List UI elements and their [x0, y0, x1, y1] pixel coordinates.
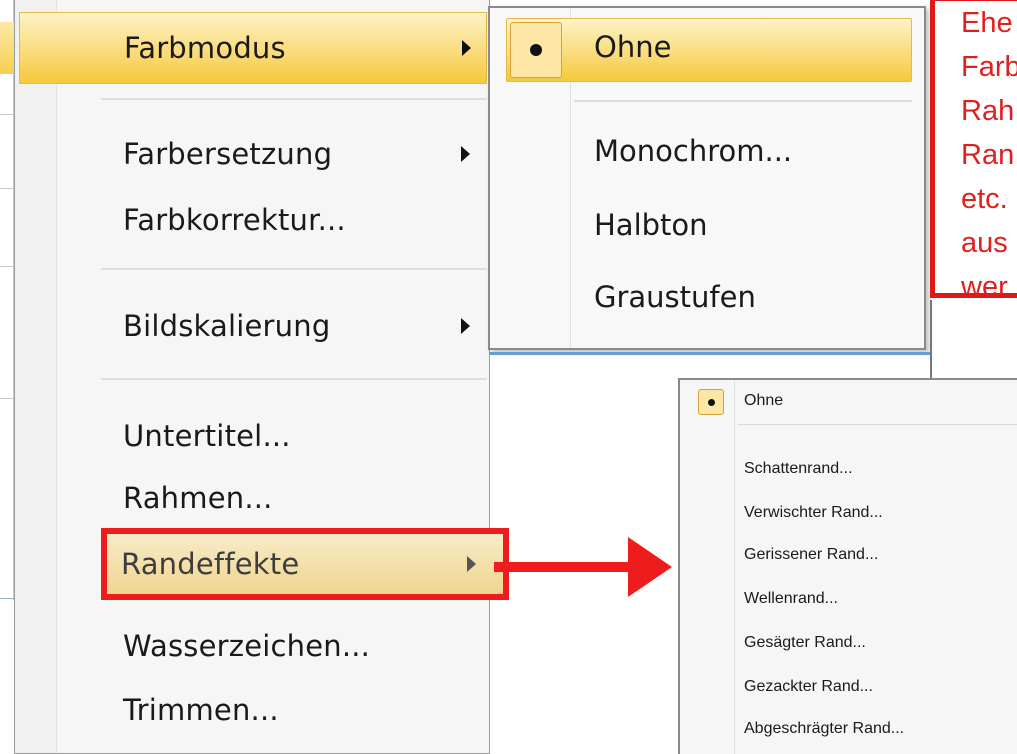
submenu-item-label: Ohne: [594, 30, 672, 64]
menu-item-label: Rahmen...: [123, 481, 273, 515]
submenu-arrow-icon: [461, 146, 470, 162]
red-arrow-shaft: [494, 562, 642, 572]
menu-separator: [101, 268, 487, 270]
background-app-panel: [0, 0, 14, 600]
annotation-line: aus: [961, 227, 1008, 259]
menu-item-label: Untertitel...: [123, 419, 291, 453]
submenu-item-gerissener-rand[interactable]: Gerissener Rand...: [744, 546, 878, 564]
randeffekte-submenu: Ohne Schattenrand... Verwischter Rand...…: [678, 378, 1017, 754]
background-divider: [0, 188, 14, 189]
submenu-item-schattenrand[interactable]: Schattenrand...: [744, 460, 853, 478]
annotation-line: Ehe: [961, 7, 1013, 39]
background-divider: [0, 398, 14, 399]
submenu-arrow-icon: [462, 40, 471, 56]
farbmodus-submenu: Ohne Monochrom... Halbton Graustufen: [488, 6, 926, 350]
menu-item-label: Farbkorrektur...: [123, 203, 346, 237]
menu-item-label: Trimmen...: [123, 693, 279, 727]
menu-item-bildskalierung[interactable]: Bildskalierung: [19, 290, 487, 362]
annotation-line: etc.: [961, 183, 1008, 215]
menu-item-farbkorrektur[interactable]: Farbkorrektur...: [19, 184, 487, 256]
menu-item-randeffekte[interactable]: Randeffekte: [101, 528, 509, 600]
background-divider: [0, 266, 14, 267]
menu-item-label: Wasserzeichen...: [123, 629, 371, 663]
background-highlight: [0, 22, 14, 74]
annotation-line: wer: [961, 271, 1008, 298]
submenu-item-verwischter-rand[interactable]: Verwischter Rand...: [744, 504, 883, 522]
annotation-line: Rah: [961, 95, 1015, 127]
bullet-icon: [530, 44, 542, 56]
menu-item-rahmen[interactable]: Rahmen...: [19, 462, 487, 534]
context-menu: Farbmodus Farbersetzung Farbkorrektur...…: [14, 0, 509, 754]
annotation-line: Farb: [961, 51, 1017, 83]
menu-item-label: Farbmodus: [124, 31, 286, 65]
menu-item-label: Randeffekte: [121, 547, 300, 581]
submenu-separator: [574, 100, 912, 102]
bullet-icon: [708, 399, 715, 406]
menu-item-trimmen[interactable]: Trimmen...: [19, 674, 487, 746]
window-divider: [930, 300, 932, 380]
red-arrow-head-icon: [628, 537, 672, 597]
menu-separator: [101, 378, 487, 380]
submenu-item-abgeschraegter-rand[interactable]: Abgeschrägter Rand...: [744, 720, 904, 738]
menu-separator: [101, 98, 487, 100]
window-border-line: [490, 352, 930, 355]
menu-item-farbmodus[interactable]: Farbmodus: [19, 12, 487, 84]
submenu-item-highlight: [506, 18, 912, 82]
submenu-item-label: Halbton: [594, 208, 708, 242]
menu-item-wasserzeichen[interactable]: Wasserzeichen...: [19, 610, 487, 682]
submenu-item-label: Graustufen: [594, 280, 756, 314]
submenu-item-gezackter-rand[interactable]: Gezackter Rand...: [744, 678, 873, 696]
menu-item-label: Farbersetzung: [123, 137, 333, 171]
submenu-separator: [738, 424, 1017, 425]
submenu-item-label: Monochrom...: [594, 134, 793, 168]
background-panel-edge: [0, 598, 14, 610]
submenu-item-ohne[interactable]: Ohne: [744, 392, 783, 410]
annotation-callout: Ehe Farb Rah Ran etc. aus wer: [930, 0, 1017, 298]
submenu-arrow-icon: [461, 318, 470, 334]
submenu-item-gesaegter-rand[interactable]: Gesägter Rand...: [744, 634, 866, 652]
annotation-line: Ran: [961, 139, 1015, 171]
menu-item-label: Bildskalierung: [123, 309, 331, 343]
submenu-gutter: [734, 380, 735, 754]
background-divider: [0, 114, 14, 115]
menu-item-farbersetzung[interactable]: Farbersetzung: [19, 118, 487, 190]
submenu-item-wellenrand[interactable]: Wellenrand...: [744, 590, 838, 608]
submenu-arrow-icon: [467, 556, 476, 572]
